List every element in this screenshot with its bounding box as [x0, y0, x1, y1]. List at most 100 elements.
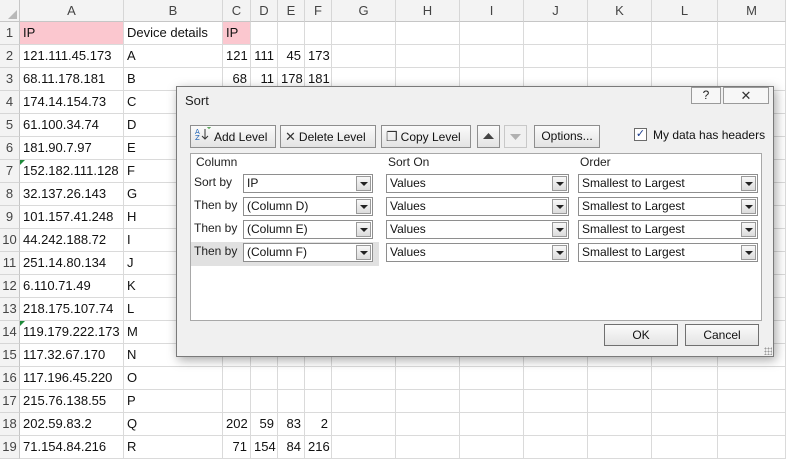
cell[interactable] [588, 45, 652, 68]
cell[interactable] [652, 436, 718, 459]
chevron-down-icon[interactable] [552, 176, 567, 191]
cell[interactable]: 45 [278, 45, 305, 68]
cell[interactable] [332, 436, 396, 459]
column-header-m[interactable]: M [718, 0, 786, 22]
chevron-down-icon[interactable] [552, 222, 567, 237]
row-header[interactable]: 16 [0, 367, 20, 390]
cell[interactable]: 71 [223, 436, 251, 459]
sort-on-combo[interactable]: Values [386, 220, 569, 239]
help-button[interactable]: ? [691, 87, 721, 104]
cancel-button[interactable]: Cancel [685, 324, 759, 346]
cell[interactable]: 174.14.154.73 [20, 91, 124, 114]
cell[interactable] [718, 413, 786, 436]
chevron-down-icon[interactable] [741, 176, 756, 191]
cell[interactable] [524, 390, 588, 413]
column-header-c[interactable]: C [223, 0, 251, 22]
ok-button[interactable]: OK [604, 324, 678, 346]
cell[interactable] [524, 413, 588, 436]
cell[interactable]: 216 [305, 436, 332, 459]
chevron-down-icon[interactable] [356, 199, 371, 214]
cell[interactable] [251, 22, 278, 45]
cell[interactable]: P [124, 390, 223, 413]
cell[interactable]: 202 [223, 413, 251, 436]
cell[interactable]: 154 [251, 436, 278, 459]
row-header[interactable]: 13 [0, 298, 20, 321]
cell[interactable]: 117.32.67.170 [20, 344, 124, 367]
cell[interactable] [652, 367, 718, 390]
cell[interactable] [396, 436, 460, 459]
options-button[interactable]: Options... [534, 125, 600, 148]
cell[interactable] [588, 413, 652, 436]
column-header-k[interactable]: K [588, 0, 652, 22]
row-header[interactable]: 4 [0, 91, 20, 114]
column-header-a[interactable]: A [20, 0, 124, 22]
cell[interactable] [652, 413, 718, 436]
cell[interactable] [718, 367, 786, 390]
order-combo[interactable]: Smallest to Largest [578, 220, 758, 239]
row-header[interactable]: 11 [0, 252, 20, 275]
cell[interactable] [588, 367, 652, 390]
cell[interactable] [524, 22, 588, 45]
cell[interactable]: R [124, 436, 223, 459]
column-combo[interactable]: (Column F) [243, 243, 373, 262]
row-header[interactable]: 9 [0, 206, 20, 229]
cell[interactable]: 44.242.188.72 [20, 229, 124, 252]
sort-on-combo[interactable]: Values [386, 243, 569, 262]
column-header-i[interactable]: I [460, 0, 524, 22]
cell[interactable]: 117.196.45.220 [20, 367, 124, 390]
copy-level-button[interactable]: ❐ Copy Level [381, 125, 471, 148]
cell[interactable]: A [124, 45, 223, 68]
cell[interactable] [305, 390, 332, 413]
cell[interactable] [278, 22, 305, 45]
cell[interactable]: 121.111.45.173 [20, 45, 124, 68]
row-header[interactable]: 7 [0, 160, 20, 183]
column-header-f[interactable]: F [305, 0, 332, 22]
cell[interactable]: Q [124, 413, 223, 436]
column-header-h[interactable]: H [396, 0, 460, 22]
add-level-button[interactable]: AZ Add Level [190, 125, 276, 148]
cell[interactable] [332, 45, 396, 68]
cell[interactable]: 83 [278, 413, 305, 436]
chevron-down-icon[interactable] [552, 199, 567, 214]
row-header[interactable]: 17 [0, 390, 20, 413]
chevron-down-icon[interactable] [356, 176, 371, 191]
delete-level-button[interactable]: ✕ Delete Level [280, 125, 376, 148]
move-down-button[interactable] [504, 125, 527, 148]
cell[interactable] [460, 45, 524, 68]
order-combo[interactable]: Smallest to Largest [578, 243, 758, 262]
chevron-down-icon[interactable] [356, 222, 371, 237]
cell[interactable] [223, 390, 251, 413]
cell[interactable] [305, 22, 332, 45]
cell[interactable] [460, 436, 524, 459]
cell[interactable] [332, 367, 396, 390]
cell[interactable] [278, 367, 305, 390]
cell[interactable]: 111 [251, 45, 278, 68]
cell[interactable] [332, 22, 396, 45]
order-combo[interactable]: Smallest to Largest [578, 174, 758, 193]
cell[interactable]: 59 [251, 413, 278, 436]
cell[interactable] [396, 367, 460, 390]
column-header-j[interactable]: J [524, 0, 588, 22]
cell[interactable]: 68.11.178.181 [20, 68, 124, 91]
cell[interactable] [652, 390, 718, 413]
column-combo[interactable]: (Column D) [243, 197, 373, 216]
chevron-down-icon[interactable] [741, 222, 756, 237]
move-up-button[interactable] [477, 125, 500, 148]
cell[interactable] [588, 436, 652, 459]
row-header[interactable]: 1 [0, 22, 20, 45]
chevron-down-icon[interactable] [552, 245, 567, 260]
cell[interactable]: 202.59.83.2 [20, 413, 124, 436]
row-header[interactable]: 15 [0, 344, 20, 367]
cell[interactable] [718, 45, 786, 68]
cell[interactable] [396, 45, 460, 68]
cell[interactable]: 2 [305, 413, 332, 436]
cell[interactable]: 6.110.71.49 [20, 275, 124, 298]
cell[interactable]: 251.14.80.134 [20, 252, 124, 275]
row-header[interactable]: 6 [0, 137, 20, 160]
row-header[interactable]: 18 [0, 413, 20, 436]
headers-checkbox[interactable]: ✓ [634, 128, 647, 141]
cell[interactable]: IP [223, 22, 251, 45]
cell[interactable]: IP [20, 22, 124, 45]
cell[interactable] [305, 367, 332, 390]
cell[interactable] [332, 390, 396, 413]
